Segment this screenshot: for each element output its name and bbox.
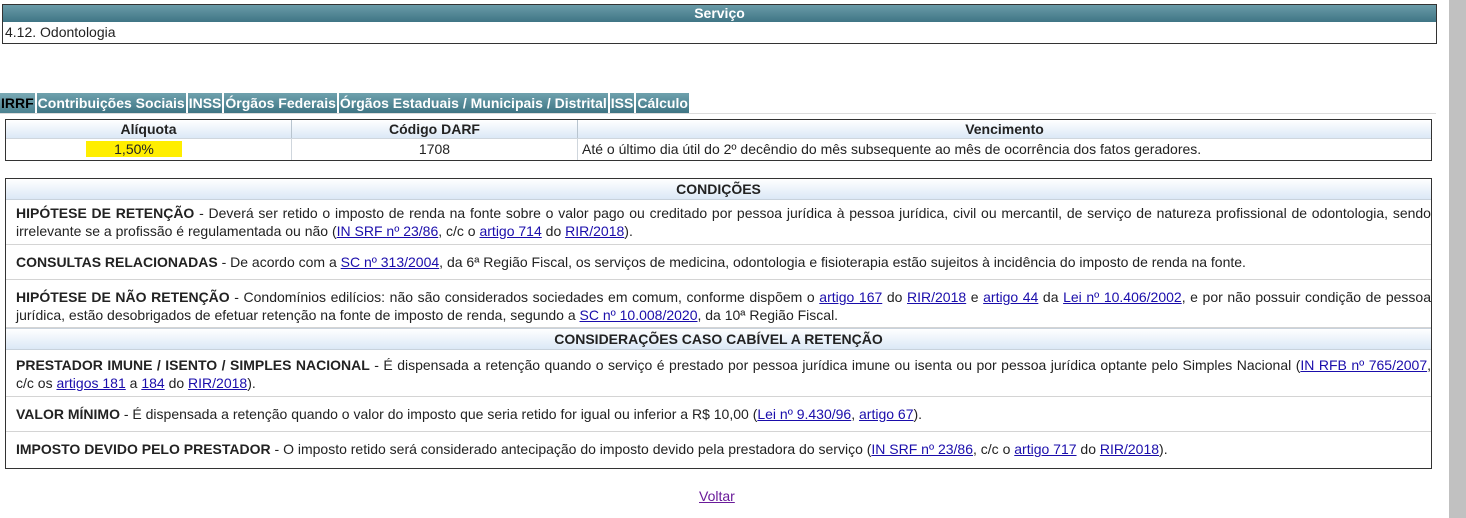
entry-text: da [1038, 289, 1064, 305]
entry-text: - Condomínios edilícios: não são conside… [229, 289, 820, 305]
condicoes-header: CONDIÇÕES [6, 179, 1431, 200]
entry-text: , da 10ª Região Fiscal. [697, 307, 839, 323]
link-184[interactable]: 184 [141, 375, 164, 391]
tab-calculo[interactable]: Cálculo [636, 93, 689, 113]
entry-title: CONSULTAS RELACIONADAS [16, 254, 218, 270]
entry-text: do [164, 375, 189, 391]
entry-text: ). [1159, 441, 1168, 457]
link-lei-9430-96[interactable]: Lei nº 9.430/96 [757, 406, 851, 422]
entry-text: do [1076, 441, 1100, 457]
vertical-scrollbar[interactable] [1449, 0, 1466, 518]
tab-divider [0, 113, 1436, 114]
entry-text: , c/c o [973, 441, 1015, 457]
entry-text: a [125, 375, 142, 391]
header-aliquota: Alíquota [6, 120, 292, 138]
entry-text: ). [913, 406, 923, 422]
entry-title: HIPÓTESE DE NÃO RETENÇÃO [16, 289, 230, 305]
consideracoes-header: CONSIDERAÇÕES CASO CABÍVEL A RETENÇÃO [6, 328, 1431, 350]
entry-text: , c/c o [438, 223, 480, 239]
entry-text: - O imposto retido será considerado ante… [270, 441, 872, 457]
aliquota-highlight: 1,50% [86, 141, 182, 157]
cell-codigo-darf: 1708 [292, 138, 578, 160]
link-in-srf-23-86[interactable]: IN SRF nº 23/86 [871, 441, 973, 457]
link-rir-2018[interactable]: RIR/2018 [1100, 441, 1159, 457]
tab-irrf[interactable]: IRRF [0, 93, 35, 113]
link-artigo-714[interactable]: artigo 714 [479, 223, 541, 239]
tab-inss[interactable]: INSS [187, 93, 223, 113]
imposto-devido-entry: IMPOSTO DEVIDO PELO PRESTADOR - O impost… [6, 432, 1431, 466]
link-artigo-167[interactable]: artigo 167 [819, 289, 882, 305]
aliquota-table: Alíquota Código DARF Vencimento 1,50% 17… [5, 119, 1432, 161]
header-vencimento: Vencimento [578, 120, 1431, 138]
cell-aliquota: 1,50% [6, 138, 292, 160]
link-sc-313-2004[interactable]: SC nº 313/2004 [341, 254, 440, 270]
entry-text: - De acordo com a [217, 254, 341, 270]
entry-text: ). [624, 223, 633, 239]
header-codigo-darf: Código DARF [292, 120, 578, 138]
entry-text: - Deverá ser retido o imposto de renda n… [16, 205, 1431, 239]
entry-title: IMPOSTO DEVIDO PELO PRESTADOR [16, 441, 271, 457]
servico-box: Serviço 4.12. Odontologia [2, 4, 1437, 44]
servico-value: 4.12. Odontologia [5, 24, 116, 40]
entry-text: - É dispensada a retenção quando o servi… [369, 357, 1301, 373]
link-artigo-67[interactable]: artigo 67 [859, 406, 913, 422]
entry-text: , da 6ª Região Fiscal, os serviços de me… [439, 254, 1246, 270]
hipotese-retencao-entry: HIPÓTESE DE RETENÇÃO - Deverá ser retido… [6, 200, 1431, 245]
link-lei-10406-2002[interactable]: Lei nº 10.406/2002 [1063, 289, 1182, 305]
entry-text: do [882, 289, 908, 305]
tab-bar: IRRF Contribuições Sociais INSS Órgãos F… [0, 93, 691, 113]
valor-minimo-entry: VALOR MÍNIMO - É dispensada a retenção q… [6, 397, 1431, 432]
hipotese-nao-retencao-entry: HIPÓTESE DE NÃO RETENÇÃO - Condomínios e… [6, 280, 1431, 328]
entry-text: e [966, 289, 984, 305]
tab-orgaos-federais[interactable]: Órgãos Federais [224, 93, 337, 113]
tab-orgaos-estaduais[interactable]: Órgãos Estaduais / Municipais / Distrita… [338, 93, 608, 113]
link-rir-2018[interactable]: RIR/2018 [188, 375, 247, 391]
prestador-imune-entry: PRESTADOR IMUNE / ISENTO / SIMPLES NACIO… [6, 350, 1431, 397]
link-in-srf-23-86[interactable]: IN SRF nº 23/86 [337, 223, 439, 239]
link-rir-2018[interactable]: RIR/2018 [565, 223, 624, 239]
entry-text: do [541, 223, 566, 239]
entry-text: , [851, 406, 859, 422]
entry-title: PRESTADOR IMUNE / ISENTO / SIMPLES NACIO… [16, 357, 370, 373]
tab-iss[interactable]: ISS [609, 93, 635, 113]
link-artigo-44[interactable]: artigo 44 [983, 289, 1038, 305]
link-artigo-717[interactable]: artigo 717 [1014, 441, 1076, 457]
link-rir-2018[interactable]: RIR/2018 [907, 289, 966, 305]
table-row: 1,50% 1708 Até o último dia útil do 2º d… [6, 138, 1431, 160]
aliquota-table-header: Alíquota Código DARF Vencimento [6, 120, 1431, 138]
link-sc-10008-2020[interactable]: SC nº 10.008/2020 [580, 307, 698, 323]
voltar-link[interactable]: Voltar [699, 488, 735, 504]
entry-text: - É dispensada a retenção quando o valor… [119, 406, 758, 422]
entry-title: VALOR MÍNIMO [16, 406, 120, 422]
condicoes-table: CONDIÇÕES HIPÓTESE DE RETENÇÃO - Deverá … [5, 178, 1432, 469]
entry-title: HIPÓTESE DE RETENÇÃO [16, 205, 195, 221]
cell-vencimento: Até o último dia útil do 2º decêndio do … [578, 138, 1431, 160]
consultas-relacionadas-entry: CONSULTAS RELACIONADAS - De acordo com a… [6, 245, 1431, 280]
link-artigos-181[interactable]: artigos 181 [56, 375, 125, 391]
servico-header: Serviço [3, 5, 1436, 22]
link-in-rfb-765-2007[interactable]: IN RFB nº 765/2007 [1300, 357, 1427, 373]
entry-text: ). [247, 375, 256, 391]
tab-contribuicoes-sociais[interactable]: Contribuições Sociais [36, 93, 186, 113]
